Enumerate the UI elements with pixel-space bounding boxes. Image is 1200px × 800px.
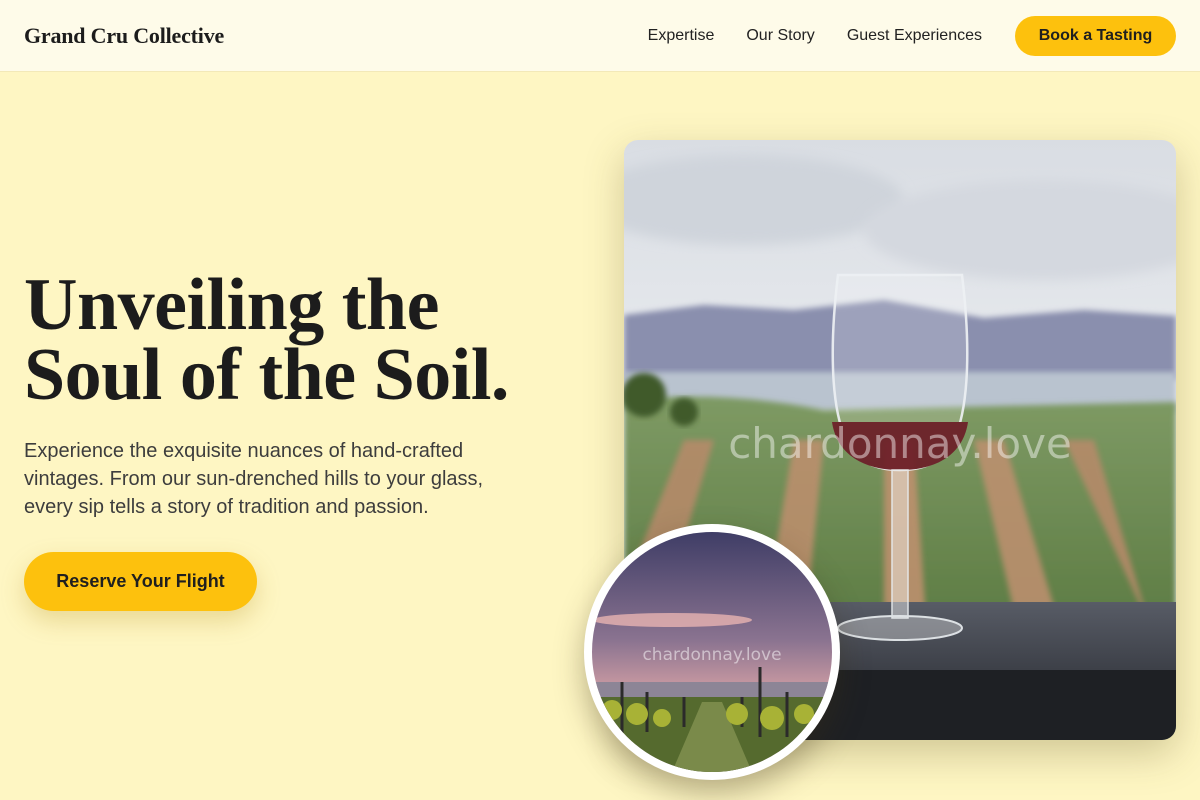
book-tasting-button[interactable]: Book a Tasting [1015,15,1176,56]
hero-title-line: Unveiling the [24,264,439,346]
hero-subtitle-line: Experience the exquisite nuances of hand… [24,440,464,462]
nav-our-story[interactable]: Our Story [746,27,814,45]
vineyard-sunset-svg: chardonnay.love [592,532,832,772]
hero-subtitle-line: every sip tells a story of tradition and… [24,496,429,518]
hero-subtitle: Experience the exquisite nuances of hand… [24,437,544,521]
hero-title-line: Soul of the Soil. [24,334,509,416]
nav-guest-experiences[interactable]: Guest Experiences [847,27,982,45]
vineyard-sunset-photo: chardonnay.love [584,524,840,780]
hero-subtitle-line: vintages. From our sun-drenched hills to… [24,468,484,490]
site-header: Grand Cru Collective Expertise Our Story… [0,0,1200,72]
nav-expertise[interactable]: Expertise [648,27,715,45]
reserve-flight-button[interactable]: Reserve Your Flight [24,552,257,611]
watermark-text: chardonnay.love [642,645,781,665]
main-nav: Expertise Our Story Guest Experiences [648,27,982,45]
vineyard-sunset-image: chardonnay.love [592,532,832,772]
watermark-text: chardonnay.love [728,419,1072,468]
hero-title: Unveiling the Soul of the Soil. [24,264,509,416]
brand-logo[interactable]: Grand Cru Collective [24,23,224,49]
